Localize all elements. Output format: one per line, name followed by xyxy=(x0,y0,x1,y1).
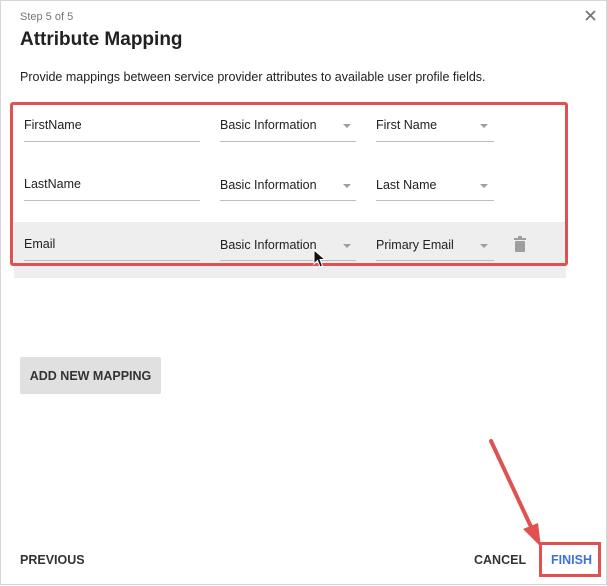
step-indicator: Step 5 of 5 xyxy=(20,11,74,23)
attribute-mapping-dialog: Step 5 of 5 Attribute Mapping Provide ma… xyxy=(0,0,607,585)
add-new-mapping-button[interactable]: ADD NEW MAPPING xyxy=(20,357,161,394)
close-icon[interactable] xyxy=(583,8,599,24)
mouse-pointer-icon xyxy=(313,249,327,268)
annotation-arrow xyxy=(489,439,541,547)
dialog-description: Provide mappings between service provide… xyxy=(20,70,486,84)
finish-button[interactable]: FINISH xyxy=(551,553,592,567)
previous-button[interactable]: PREVIOUS xyxy=(20,553,85,567)
cancel-button[interactable]: CANCEL xyxy=(474,553,526,567)
mappings-highlight-box xyxy=(10,102,568,266)
dialog-title: Attribute Mapping xyxy=(20,29,183,50)
